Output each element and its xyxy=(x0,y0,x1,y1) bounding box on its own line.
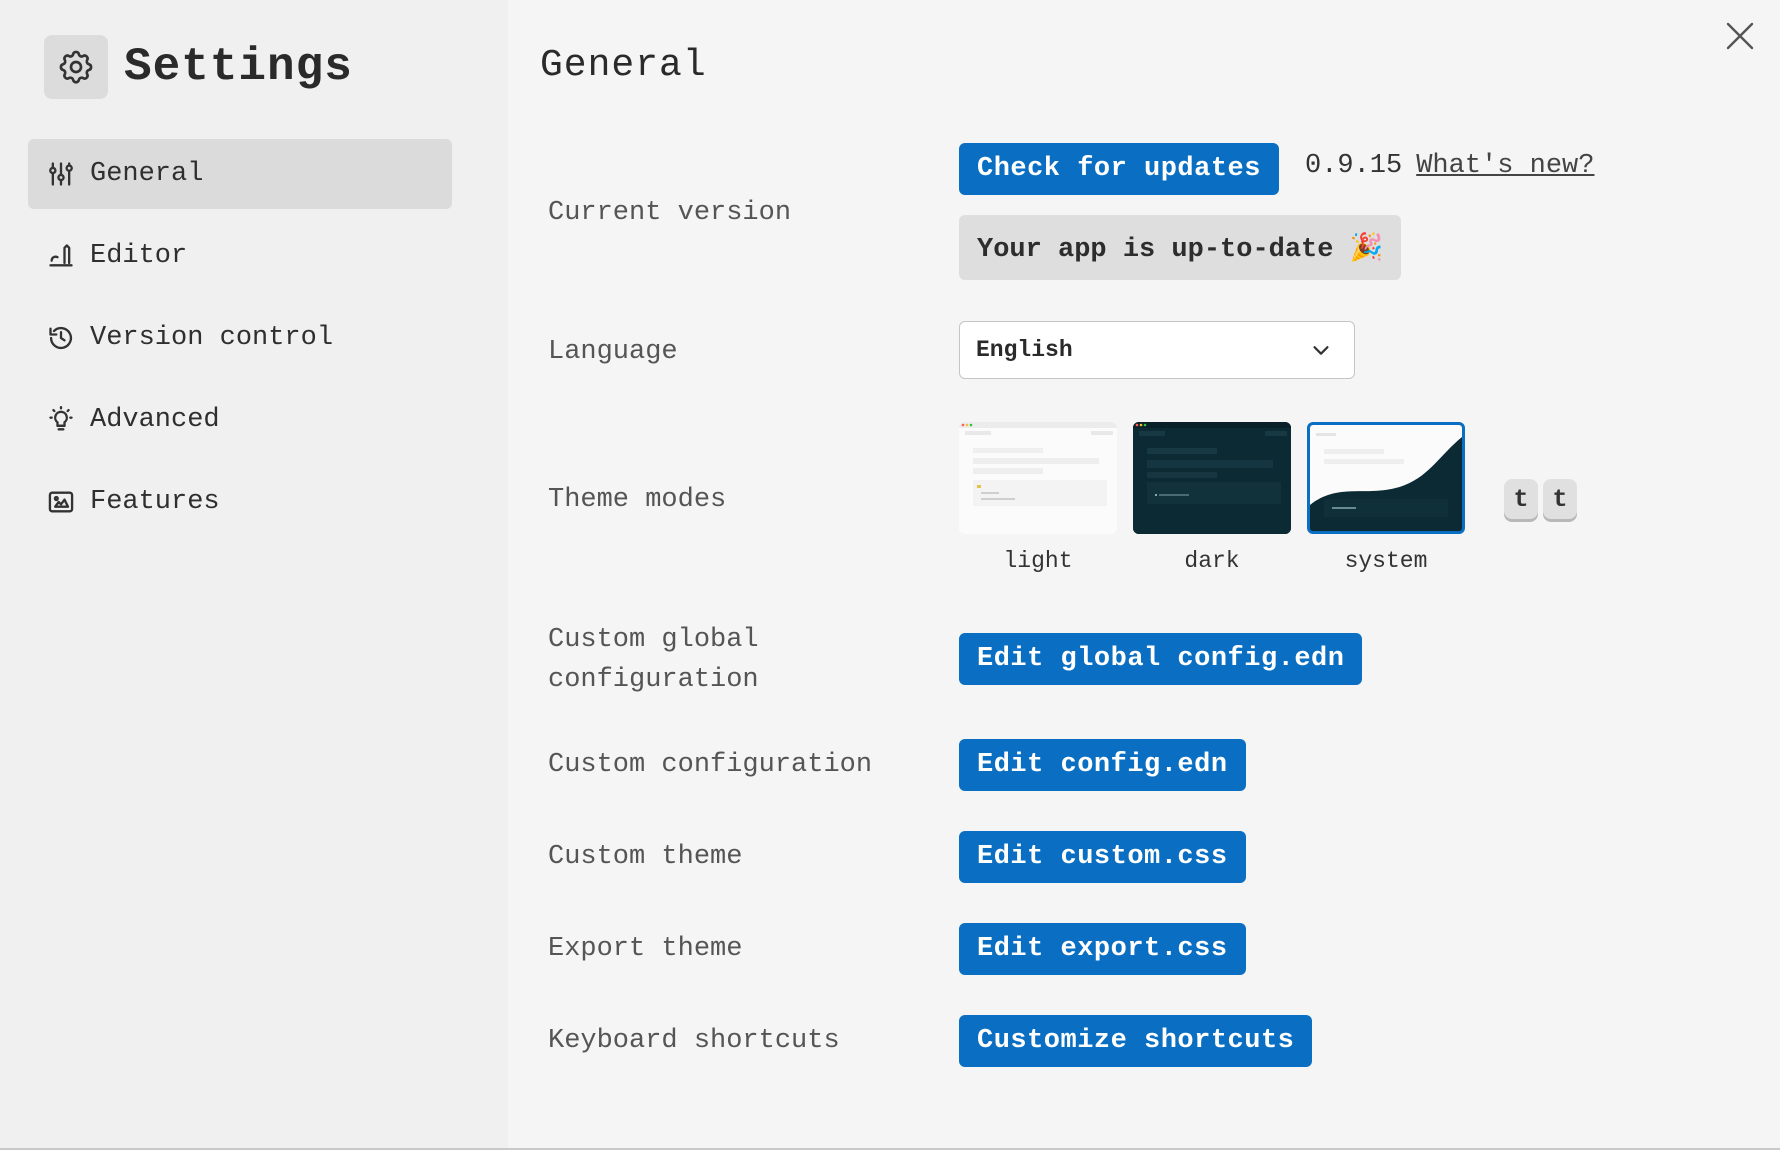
dark-theme-preview xyxy=(1133,422,1291,534)
shortcut-key: t xyxy=(1543,479,1577,519)
theme-option-dark[interactable] xyxy=(1133,422,1291,534)
history-icon xyxy=(46,323,76,353)
theme-label-system: system xyxy=(1344,548,1428,574)
sidebar-item-label: General xyxy=(90,159,204,189)
custom-global-config-label: Custom global configuration xyxy=(548,620,759,700)
settings-sidebar: Settings General Editor Version control … xyxy=(0,0,508,1148)
sidebar-item-version-control[interactable]: Version control xyxy=(28,303,452,373)
theme-modes-label: Theme modes xyxy=(548,485,727,515)
pen-icon xyxy=(46,241,76,271)
page-title: General xyxy=(540,44,707,87)
whats-new-link[interactable]: What's new? xyxy=(1416,151,1594,181)
edit-config-button[interactable]: Edit config.edn xyxy=(959,739,1246,791)
sidebar-item-label: Advanced xyxy=(90,405,220,435)
theme-option-light[interactable] xyxy=(959,422,1117,534)
update-status-badge: Your app is up-to-date 🎉 xyxy=(959,215,1402,280)
image-icon xyxy=(46,487,76,517)
edit-global-config-button[interactable]: Edit global config.edn xyxy=(959,633,1363,685)
custom-global-config-label-line2: configuration xyxy=(548,665,759,695)
sidebar-item-features[interactable]: Features xyxy=(28,467,452,537)
theme-label-light: light xyxy=(1003,548,1073,574)
settings-main-panel: General Current version Check for update… xyxy=(508,0,1780,1148)
close-icon xyxy=(1726,22,1754,50)
settings-title: Settings xyxy=(124,41,353,93)
settings-window: Settings General Editor Version control … xyxy=(0,0,1780,1150)
lightbulb-icon xyxy=(46,405,76,435)
close-button[interactable] xyxy=(1722,18,1758,54)
light-theme-preview xyxy=(959,422,1117,534)
chevron-down-icon xyxy=(1310,339,1332,368)
sidebar-item-editor[interactable]: Editor xyxy=(28,221,452,291)
sliders-icon xyxy=(46,159,76,189)
edit-export-css-button[interactable]: Edit export.css xyxy=(959,923,1246,975)
version-number: 0.9.15 xyxy=(1305,151,1403,181)
current-version-label: Current version xyxy=(548,198,792,228)
version-info: 0.9.15 What's new? xyxy=(1305,151,1594,181)
custom-theme-label: Custom theme xyxy=(548,842,743,872)
system-theme-preview xyxy=(1310,425,1462,531)
shortcut-key: t xyxy=(1504,479,1538,519)
theme-label-dark: dark xyxy=(1184,548,1240,574)
settings-nav: General Editor Version control Advanced … xyxy=(28,139,452,549)
custom-config-label: Custom configuration xyxy=(548,750,873,780)
sidebar-item-label: Editor xyxy=(90,241,188,271)
edit-custom-css-button[interactable]: Edit custom.css xyxy=(959,831,1246,883)
language-label: Language xyxy=(548,337,678,367)
sidebar-item-label: Features xyxy=(90,487,220,517)
custom-global-config-label-line1: Custom global xyxy=(548,625,759,655)
export-theme-label: Export theme xyxy=(548,934,743,964)
language-select-value: English xyxy=(976,337,1073,363)
settings-header: Settings xyxy=(44,35,353,99)
sidebar-item-label: Version control xyxy=(90,323,334,353)
gear-icon xyxy=(44,35,108,99)
theme-option-system[interactable] xyxy=(1307,422,1465,534)
customize-shortcuts-button[interactable]: Customize shortcuts xyxy=(959,1015,1313,1067)
sidebar-item-advanced[interactable]: Advanced xyxy=(28,385,452,455)
language-select[interactable]: English xyxy=(959,321,1355,379)
sidebar-item-general[interactable]: General xyxy=(28,139,452,209)
keyboard-shortcuts-label: Keyboard shortcuts xyxy=(548,1026,840,1056)
check-for-updates-button[interactable]: Check for updates xyxy=(959,143,1279,195)
